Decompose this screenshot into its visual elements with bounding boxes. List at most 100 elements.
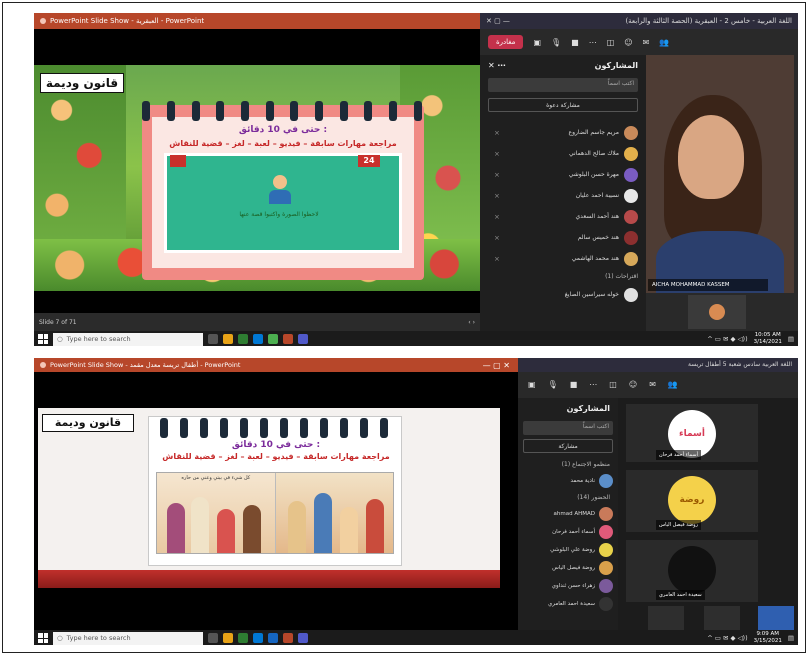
- attendees-header[interactable]: الحضور (14): [518, 490, 618, 505]
- tile-name-tag: سعيدة احمد العامري: [656, 590, 705, 600]
- more-icon[interactable]: ⋯: [589, 380, 597, 389]
- share-invite-button[interactable]: مشاركة: [523, 439, 613, 453]
- participant-thumbnail[interactable]: [704, 606, 740, 630]
- taskbar-search[interactable]: ○ Type here to search: [53, 332, 203, 346]
- notifications-icon[interactable]: ▤: [788, 335, 794, 343]
- powerpoint-taskbar-icon[interactable]: [283, 633, 293, 643]
- clock[interactable]: 9:09 AM 3/15/2021: [754, 631, 782, 645]
- avatar: [624, 167, 638, 182]
- window-controls[interactable]: ✕ ▢ —: [486, 17, 510, 25]
- avatar: [624, 209, 638, 224]
- tray-icons[interactable]: ^ ▭ ✉ ◆ ◁)): [707, 335, 747, 343]
- list-item[interactable]: زهراء حسن ثنداوي: [518, 577, 618, 595]
- search-input[interactable]: اكتب اسماً: [488, 78, 638, 92]
- powerpoint-window: PowerPoint Slide Show - العبقرية - Power…: [34, 13, 480, 331]
- meeting-controls: ▣ 🎙 ■ ⋯ ◫ ☺ ✉ 👥: [518, 372, 798, 396]
- mic-icon[interactable]: 🎙: [551, 38, 561, 47]
- clock[interactable]: 10:05 AM 3/14/2021: [754, 332, 782, 346]
- participants-panel: المشاركون اكتب اسماً مشاركة منظمو الاجتم…: [518, 398, 618, 630]
- notebook-rings: [134, 101, 430, 123]
- reactions-icon[interactable]: ☺: [624, 38, 632, 47]
- chat-icon[interactable]: ✉: [649, 380, 656, 389]
- list-item[interactable]: ⨯ هند محمد الهاشمي: [480, 248, 646, 269]
- notebook-rings: [154, 418, 394, 438]
- list-item[interactable]: ⨯ نسيبة احمد عليان: [480, 185, 646, 206]
- list-item[interactable]: ⨯ هند خميس سالم: [480, 227, 646, 248]
- participant-tile[interactable]: أسماء أسماء أحمد فرحان: [626, 404, 758, 462]
- file-explorer-icon[interactable]: [223, 633, 233, 643]
- self-video-thumbnail[interactable]: [688, 295, 746, 329]
- teams-taskbar-icon[interactable]: [298, 633, 308, 643]
- tray-icons[interactable]: ^ ▭ ✉ ◆ ◁)): [707, 634, 747, 642]
- powerpoint-taskbar-icon[interactable]: [283, 334, 293, 344]
- list-item[interactable]: روضة فيصل الياس: [518, 559, 618, 577]
- notifications-icon[interactable]: ▤: [788, 634, 794, 642]
- slide-nav-arrows[interactable]: ‹ ›: [468, 319, 475, 326]
- list-item[interactable]: سعيدة احمد العامري: [518, 595, 618, 613]
- participant-tile[interactable]: روضة روضة فيصل الياس: [626, 470, 758, 532]
- video-name-tag: AICHA MOHAMMAD KASSEM: [648, 279, 768, 291]
- slide[interactable]: حتى في 10 دقائق : مراجعة مهارات سابقة – …: [34, 65, 480, 291]
- share-icon[interactable]: ▣: [533, 38, 541, 47]
- list-item[interactable]: أسماء أحمد فرحان: [518, 523, 618, 541]
- teams-meeting-title: اللغة العربية - خامس 2 - العبقرية (الحصة…: [625, 17, 792, 25]
- edge-icon[interactable]: [253, 633, 263, 643]
- camera-icon[interactable]: ■: [570, 380, 578, 389]
- file-explorer-icon[interactable]: [223, 334, 233, 344]
- window-controls[interactable]: — ▢ ✕: [483, 361, 518, 370]
- chrome-icon[interactable]: [268, 334, 278, 344]
- store-icon[interactable]: [238, 334, 248, 344]
- windows-start-icon[interactable]: [38, 633, 48, 643]
- participant-video[interactable]: [646, 55, 794, 293]
- suggestions-header[interactable]: اقتراحات (1): [480, 269, 646, 284]
- participants-icon[interactable]: 👥: [659, 38, 669, 47]
- list-item[interactable]: ⨯ هند أحمد السعدي: [480, 206, 646, 227]
- slide-subtitle: مراجعة مهارات سابقة – فيديو – لعبة – لغز…: [169, 139, 397, 148]
- reactions-icon[interactable]: ☺: [629, 380, 637, 389]
- teams-taskbar-icon[interactable]: [298, 334, 308, 344]
- participants-icon[interactable]: 👥: [668, 380, 678, 389]
- task-view-icon[interactable]: [208, 633, 218, 643]
- avatar: [624, 287, 638, 302]
- list-item[interactable]: روضة علي البلوشي: [518, 541, 618, 559]
- more-icon[interactable]: ⋯: [589, 38, 597, 47]
- slide[interactable]: حتى في 10 دقائق : مراجعة مهارات سابقة – …: [38, 408, 500, 588]
- leave-button[interactable]: مغادرة: [488, 35, 524, 49]
- storybook-image: كل شيء في بيتي وعني من حاره: [156, 472, 394, 554]
- list-item[interactable]: ahmad AHMAD: [518, 505, 618, 523]
- share-icon[interactable]: ▣: [528, 380, 536, 389]
- list-item[interactable]: نادية محمد: [518, 472, 618, 490]
- list-item[interactable]: ⨯ مريم جاسم الضاروع: [480, 122, 646, 143]
- avatar: [599, 474, 613, 488]
- word-icon[interactable]: [268, 633, 278, 643]
- edge-icon[interactable]: [253, 334, 263, 344]
- list-item[interactable]: ⨯ مهرة حسن البلوشي: [480, 164, 646, 185]
- participant-thumbnail[interactable]: [758, 606, 794, 630]
- participant-tile[interactable]: سعيدة احمد العامري: [626, 540, 758, 602]
- avatar: [599, 507, 613, 521]
- avatar: [624, 230, 638, 245]
- windows-start-icon[interactable]: [38, 334, 48, 344]
- chat-icon[interactable]: ✉: [643, 38, 650, 47]
- task-view-icon[interactable]: [208, 334, 218, 344]
- avatar: [624, 146, 638, 161]
- organizers-header[interactable]: منظمو الاجتماع (1): [518, 457, 618, 472]
- mic-off-icon: ⨯: [494, 254, 500, 263]
- search-input[interactable]: اكتب اسماً: [523, 421, 613, 435]
- share-invite-button[interactable]: مشاركة دعوة: [488, 98, 638, 112]
- list-item[interactable]: خوله سيراسين الصايغ: [480, 284, 646, 305]
- list-item[interactable]: ⨯ ملاك صالح الدهماني: [480, 143, 646, 164]
- panel-title: المشاركون: [566, 404, 610, 413]
- close-icon[interactable]: ✕ ⋯: [488, 61, 506, 70]
- store-icon[interactable]: [238, 633, 248, 643]
- screenshot-top: PowerPoint Slide Show - العبقرية - Power…: [34, 13, 798, 346]
- panel-header: ✕ ⋯ المشاركون: [480, 55, 646, 76]
- screenshot-bottom: PowerPoint Slide Show - أطفال تريسة معدل…: [34, 358, 798, 645]
- rooms-icon[interactable]: ◫: [607, 38, 615, 47]
- mic-icon[interactable]: 🎙: [548, 380, 558, 389]
- camera-icon[interactable]: ■: [571, 38, 579, 47]
- taskbar-search[interactable]: ○ Type here to search: [53, 631, 203, 645]
- powerpoint-icon: [40, 18, 46, 24]
- rooms-icon[interactable]: ◫: [609, 380, 617, 389]
- participant-thumbnail[interactable]: [648, 606, 684, 630]
